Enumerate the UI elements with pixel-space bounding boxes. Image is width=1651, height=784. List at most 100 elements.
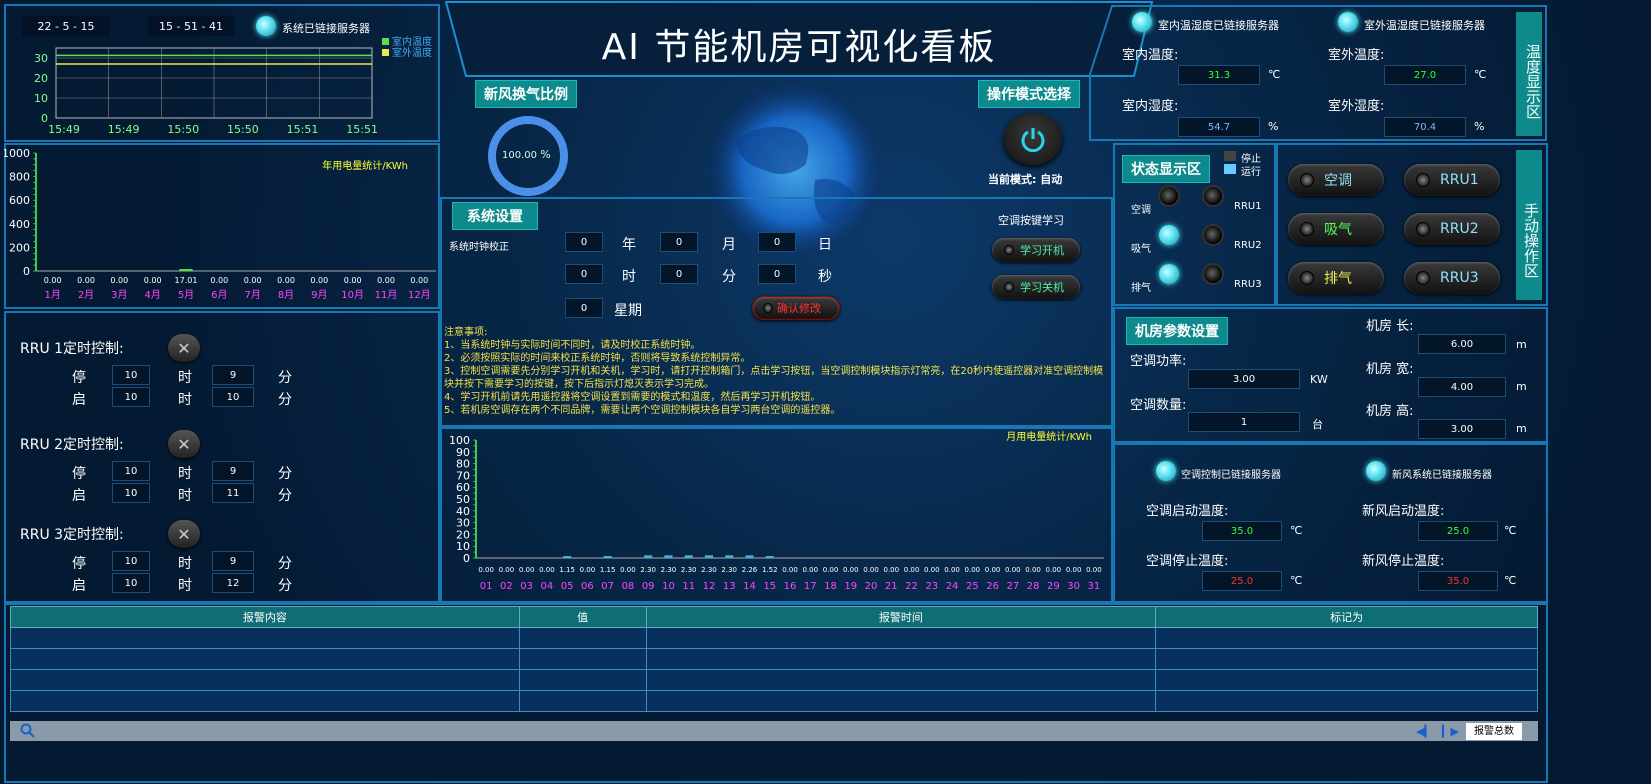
room-height-unit: m <box>1516 422 1527 435</box>
rru-timer-clear-button[interactable]: ✕ <box>168 430 200 458</box>
manual-intake-button[interactable]: 吸气 <box>1288 213 1384 245</box>
rru-stop-minute-input[interactable]: 9 <box>212 461 254 481</box>
alarm-col-content[interactable]: 报警内容 <box>10 606 520 628</box>
room-width-label: 机房 宽: <box>1366 362 1414 377</box>
day-input[interactable]: 0 <box>758 232 796 252</box>
outdoor-temp-value: 27.0 <box>1384 65 1466 85</box>
status-rru1-label: RRU1 <box>1234 201 1262 212</box>
week-input[interactable]: 0 <box>565 298 603 318</box>
rru-timer-clear-button[interactable]: ✕ <box>168 334 200 362</box>
fresh-stop-input[interactable]: 35.0 <box>1418 571 1498 591</box>
rru-stop-hour-input[interactable]: 10 <box>112 461 150 481</box>
rru-stop-hour-input[interactable]: 10 <box>112 551 150 571</box>
status-ac-indicator <box>1158 185 1180 207</box>
mode-select-label: 操作模式选择 <box>978 80 1080 108</box>
category-label: 14 <box>743 581 756 592</box>
table-row[interactable] <box>10 669 1538 691</box>
room-height-input[interactable]: 3.00 <box>1418 419 1506 439</box>
rru-minute-unit: 分 <box>278 556 292 572</box>
manual-exhaust-button[interactable]: 排气 <box>1288 262 1384 294</box>
outdoor-temp-unit: ℃ <box>1474 68 1487 81</box>
ac-power-label: 空调功率: <box>1130 354 1187 369</box>
outdoor-hum-value: 70.4 <box>1384 117 1466 137</box>
rru-start-minute-input[interactable]: 10 <box>212 387 254 407</box>
category-label: 21 <box>885 581 898 592</box>
bar <box>664 555 673 558</box>
table-row[interactable] <box>10 627 1538 649</box>
ac-server-text: 空调控制已链接服务器 <box>1181 470 1281 481</box>
power-mode-button[interactable] <box>1004 113 1062 165</box>
next-page-icon[interactable]: ▎▶ <box>1442 725 1459 738</box>
confirm-button[interactable]: 确认修改 <box>752 296 840 320</box>
power-icon <box>1021 128 1045 152</box>
year-input[interactable]: 0 <box>565 232 603 252</box>
ac-count-input[interactable]: 1 <box>1188 412 1300 432</box>
ac-start-unit: ℃ <box>1290 524 1303 537</box>
alarm-toolbar <box>10 721 1538 741</box>
month-input[interactable]: 0 <box>660 232 698 252</box>
data-label: 1.15 <box>600 566 616 574</box>
data-label: 0.00 <box>802 566 818 574</box>
data-label: 0.00 <box>904 566 920 574</box>
notes-block: 注意事项: 1、当系统时钟与实际时间不同时，请及时校正系统时钟。 2、必须按照实… <box>444 326 1109 417</box>
rru-start-hour-input[interactable]: 10 <box>112 387 150 407</box>
table-row[interactable] <box>10 648 1538 670</box>
first-page-icon[interactable]: ◀▎ <box>1416 725 1433 738</box>
ac-power-input[interactable]: 3.00 <box>1188 369 1300 389</box>
rru-start-minute-input[interactable]: 11 <box>212 483 254 503</box>
category-label: 13 <box>723 581 736 592</box>
alarm-col-value[interactable]: 值 <box>518 606 647 628</box>
rru-start-hour-input[interactable]: 10 <box>112 573 150 593</box>
ac-count-label: 空调数量: <box>1130 398 1187 413</box>
data-label: 0.00 <box>519 566 535 574</box>
rru-start-minute-input[interactable]: 12 <box>212 573 254 593</box>
learn-on-button[interactable]: 学习开机 <box>992 238 1080 262</box>
rru-hour-unit: 时 <box>178 370 192 386</box>
data-label: 0.00 <box>1086 566 1102 574</box>
fresh-start-input[interactable]: 25.0 <box>1418 521 1498 541</box>
learn-off-button[interactable]: 学习关机 <box>992 275 1080 299</box>
ac-stop-unit: ℃ <box>1290 574 1303 587</box>
x-tick-label: 15:50 <box>227 123 259 136</box>
alarm-summary-button[interactable]: 报警总数 <box>1466 723 1522 740</box>
manual-ac-button[interactable]: 空调 <box>1288 164 1384 196</box>
search-icon[interactable] <box>20 723 36 739</box>
manual-rru2-button[interactable]: RRU2 <box>1404 213 1500 245</box>
outdoor-hum-unit: % <box>1474 120 1485 133</box>
table-row[interactable] <box>10 690 1538 712</box>
time-display: 15 - 51 - 41 <box>148 16 234 36</box>
data-label: 0.00 <box>924 566 940 574</box>
data-label: 0.00 <box>944 566 960 574</box>
rru-stop-minute-input[interactable]: 9 <box>212 551 254 571</box>
fresh-stop-label: 新风停止温度: <box>1362 554 1445 569</box>
room-length-input[interactable]: 6.00 <box>1418 334 1506 354</box>
category-label: 07 <box>601 581 614 592</box>
second-input[interactable]: 0 <box>758 264 796 284</box>
manual-intake-label: 吸气 <box>1324 222 1352 238</box>
category-label: 27 <box>1006 581 1019 592</box>
data-label: 1.52 <box>762 566 778 574</box>
minute-input[interactable]: 0 <box>660 264 698 284</box>
ac-stop-input[interactable]: 25.0 <box>1202 571 1282 591</box>
rru-start-hour-input[interactable]: 10 <box>112 483 150 503</box>
manual-rru3-button[interactable]: RRU3 <box>1404 262 1500 294</box>
data-label: 2.30 <box>721 566 737 574</box>
notes-title: 注意事项: <box>444 327 488 338</box>
status-ac-label: 空调 <box>1131 205 1151 216</box>
manual-rru1-button[interactable]: RRU1 <box>1404 164 1500 196</box>
alarm-col-mark[interactable]: 标记为 <box>1155 606 1538 628</box>
hour-input[interactable]: 0 <box>565 264 603 284</box>
category-label: 18 <box>824 581 837 592</box>
indoor-temp-label: 室内温度: <box>1122 48 1179 63</box>
category-label: 25 <box>966 581 979 592</box>
alarm-col-time[interactable]: 报警时间 <box>645 606 1157 628</box>
rru-stop-hour-input[interactable]: 10 <box>112 365 150 385</box>
manual-exhaust-label: 排气 <box>1324 271 1352 287</box>
rru-timer-clear-button[interactable]: ✕ <box>168 520 200 548</box>
rru-stop-minute-input[interactable]: 9 <box>212 365 254 385</box>
manual-ac-indicator <box>1300 173 1314 187</box>
ac-start-input[interactable]: 35.0 <box>1202 521 1282 541</box>
ac-start-label: 空调启动温度: <box>1146 504 1229 519</box>
room-width-input[interactable]: 4.00 <box>1418 377 1506 397</box>
manual-rru2-label: RRU2 <box>1440 221 1479 237</box>
